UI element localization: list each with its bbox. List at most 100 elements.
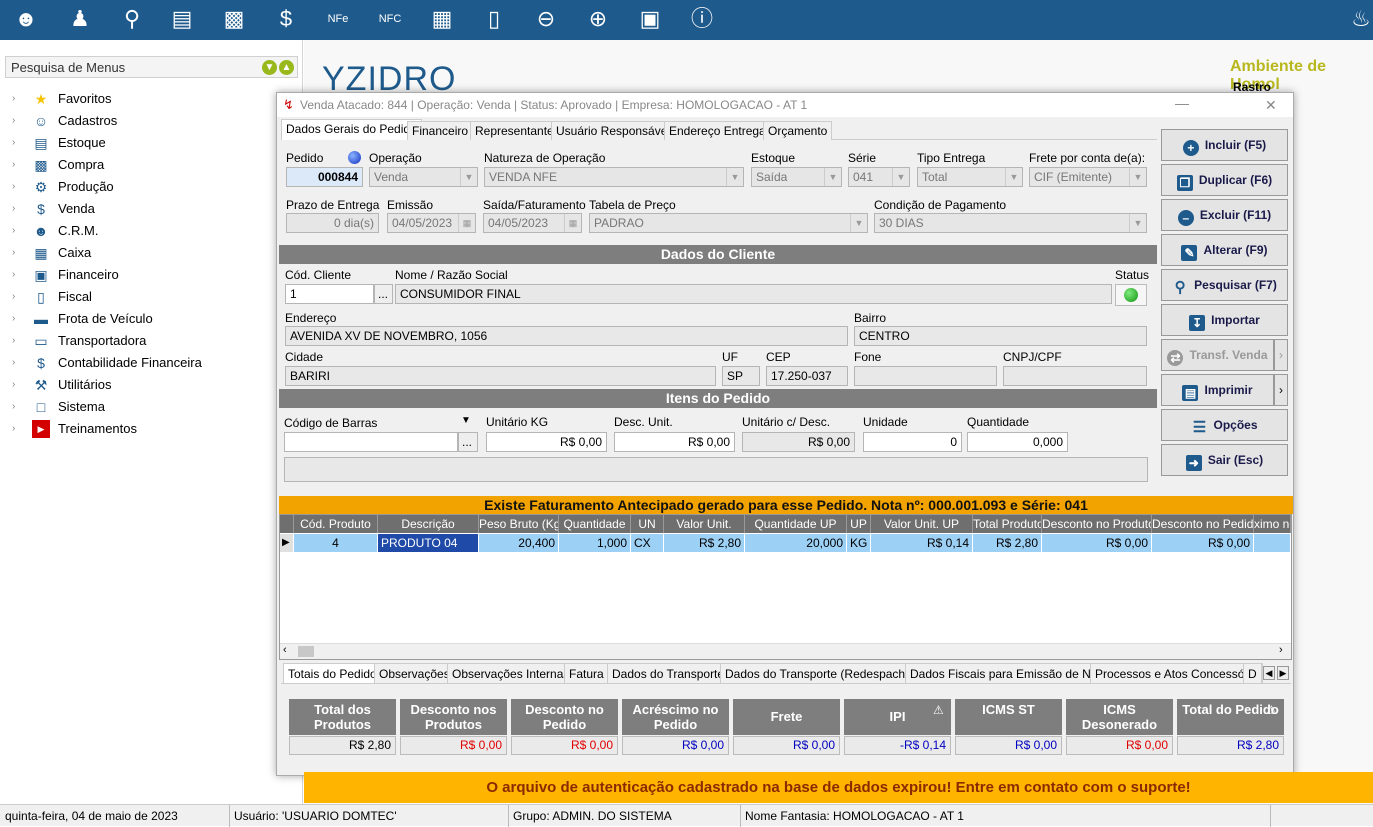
prazo-field[interactable]: 0 dia(s) xyxy=(286,213,379,233)
sidebar-item[interactable]: › ⚙ Produção xyxy=(12,176,292,198)
sidebar-item[interactable]: › ⚒ Utilitários xyxy=(12,374,292,396)
quantidade-field[interactable]: 0,000 xyxy=(967,432,1068,452)
basket-icon[interactable]: ▩ xyxy=(218,4,250,34)
minimize-button[interactable]: — xyxy=(1175,91,1189,115)
grid-header[interactable]: Valor Unit. xyxy=(664,515,745,533)
sidebar-item[interactable]: › ☺ Cadastros xyxy=(12,110,292,132)
nfe-icon[interactable]: NFe xyxy=(322,4,354,34)
tab-scroll-right-icon[interactable]: ▶ xyxy=(1277,666,1289,680)
sair-button[interactable]: ➜ Sair (Esc) xyxy=(1161,444,1288,476)
natureza-select[interactable]: VENDA NFE ▼ xyxy=(484,167,744,187)
pedido-field[interactable]: 000844 xyxy=(286,167,363,187)
serie-select[interactable]: 041 ▼ xyxy=(848,167,910,187)
tab-more[interactable]: D xyxy=(1243,663,1262,683)
opcoes-button[interactable]: ☰ Opções xyxy=(1161,409,1288,441)
chevron-right-icon[interactable]: › xyxy=(12,220,15,242)
table-cell[interactable]: R$ 0,00 xyxy=(1152,534,1254,552)
scroll-thumb[interactable] xyxy=(298,646,314,657)
sidebar-item[interactable]: › ☻ C.R.M. xyxy=(12,220,292,242)
tipo-entrega-select[interactable]: Total ▼ xyxy=(917,167,1023,187)
fone-field[interactable] xyxy=(854,366,997,386)
grid-header[interactable]: UN xyxy=(631,515,664,533)
tab-processos[interactable]: Processos e Atos Concessório xyxy=(1090,663,1263,683)
sidebar-item[interactable]: › $ Venda xyxy=(12,198,292,220)
transf-venda-more-button[interactable]: › xyxy=(1274,339,1288,371)
grid-header[interactable]: Desconto no Produto xyxy=(1042,515,1152,533)
operacao-select[interactable]: Venda ▼ xyxy=(369,167,478,187)
sidebar-item[interactable]: › ▦ Caixa xyxy=(12,242,292,264)
archive-icon[interactable]: ▤ xyxy=(166,4,198,34)
pesquisar-button[interactable]: ⚲ Pesquisar (F7) xyxy=(1161,269,1288,301)
condicao-select[interactable]: 30 DIAS ▼ xyxy=(874,213,1147,233)
search-doc-icon[interactable]: ⚲ xyxy=(116,4,148,34)
chevron-right-icon[interactable]: › xyxy=(12,132,15,154)
horizontal-scrollbar[interactable]: ‹ › xyxy=(280,643,1291,659)
sidebar-item[interactable]: › $ Contabilidade Financeira xyxy=(12,352,292,374)
arrow-down-icon[interactable]: ▼ xyxy=(262,60,277,75)
grid-header[interactable]: Total Produto xyxy=(973,515,1042,533)
chevron-right-icon[interactable]: › xyxy=(12,154,15,176)
sidebar-item[interactable]: › ▭ Transportadora xyxy=(12,330,292,352)
tab-dados-gerais[interactable]: Dados Gerais do Pedido xyxy=(281,119,422,140)
table-cell[interactable]: 20,400 xyxy=(479,534,559,552)
chevron-right-icon[interactable]: › xyxy=(12,352,15,374)
bill-icon[interactable]: ▣ xyxy=(634,4,666,34)
info-icon[interactable]: ⓘ xyxy=(686,4,718,34)
book-icon[interactable]: ▯ xyxy=(478,4,510,34)
users-icon[interactable]: ☻ xyxy=(10,4,42,34)
grid-header[interactable]: Quantidade UP xyxy=(745,515,847,533)
table-cell[interactable]: R$ 2,80 xyxy=(664,534,745,552)
tab-scroll-left-icon[interactable]: ◀ xyxy=(1263,666,1275,680)
saida-field[interactable]: 04/05/2023 ▦ xyxy=(483,213,582,233)
sidebar-item[interactable]: › □ Sistema xyxy=(12,396,292,418)
desc-unit-field[interactable]: R$ 0,00 xyxy=(614,432,735,452)
barcode-search-button[interactable]: ... xyxy=(458,432,478,452)
nome-field[interactable]: CONSUMIDOR FINAL xyxy=(395,284,1112,304)
tab-fatura[interactable]: Fatura xyxy=(564,663,609,683)
sidebar-item[interactable]: › ★ Favoritos xyxy=(12,88,292,110)
tab-orcamento[interactable]: Orçamento xyxy=(763,121,833,140)
table-cell[interactable]: 4 xyxy=(294,534,378,552)
cidade-field[interactable]: BARIRI xyxy=(285,366,716,386)
tab-representante[interactable]: Representante xyxy=(470,121,559,140)
table-cell[interactable]: R$ 0,14 xyxy=(871,534,973,552)
grid-header[interactable]: UP xyxy=(847,515,871,533)
imprimir-more-button[interactable]: › xyxy=(1274,374,1288,406)
chevron-right-icon[interactable]: › xyxy=(12,418,15,440)
cod-cliente-field[interactable]: 1 xyxy=(285,284,374,304)
grid-header[interactable]: Valor Unit. UP xyxy=(871,515,973,533)
tab-financeiro[interactable]: Financeiro xyxy=(407,121,474,140)
tab-observacoes-internas[interactable]: Observações Internas xyxy=(447,663,575,683)
tab-dados-fiscais[interactable]: Dados Fiscais para Emissão de NFe xyxy=(905,663,1110,683)
frete-select[interactable]: CIF (Emitente) ▼ xyxy=(1029,167,1147,187)
warning-icon[interactable]: ⚠ xyxy=(1266,704,1280,717)
excluir-button[interactable]: – Excluir (F11) xyxy=(1161,199,1288,231)
chevron-right-icon[interactable]: › xyxy=(12,242,15,264)
grid-header[interactable]: Quantidade xyxy=(559,515,631,533)
bairro-field[interactable]: CENTRO xyxy=(854,326,1147,346)
cliente-search-button[interactable]: ... xyxy=(374,284,393,304)
grid-header[interactable]: ximo no P xyxy=(1254,515,1291,533)
table-cell[interactable]: 20,000 xyxy=(745,534,847,552)
unitario-desc-field[interactable]: R$ 0,00 xyxy=(742,432,855,452)
bell-icon[interactable]: ♨ xyxy=(1345,4,1373,34)
chevron-right-icon[interactable]: › xyxy=(12,308,15,330)
tab-transporte[interactable]: Dados do Transporte xyxy=(607,663,730,683)
money-bag-icon[interactable]: $ xyxy=(270,4,302,34)
emissao-field[interactable]: 04/05/2023 ▦ xyxy=(387,213,476,233)
close-button[interactable]: ✕ xyxy=(1265,93,1277,117)
items-grid[interactable]: Cód. Produto Descrição Peso Bruto (Kg) Q… xyxy=(279,514,1292,660)
alterar-button[interactable]: ✎ Alterar (F9) xyxy=(1161,234,1288,266)
incluir-button[interactable]: + Incluir (F5) xyxy=(1161,129,1288,161)
chevron-right-icon[interactable]: › xyxy=(12,286,15,308)
chevron-right-icon[interactable]: › xyxy=(12,176,15,198)
chevron-right-icon[interactable]: › xyxy=(12,264,15,286)
money-plus-icon[interactable]: ⊕ xyxy=(582,4,614,34)
scroll-right-icon[interactable]: › xyxy=(1279,644,1283,656)
tab-endereco-entrega[interactable]: Endereço Entrega xyxy=(664,121,771,140)
grid-header[interactable]: Descrição xyxy=(378,515,479,533)
tab-usuario-responsavel[interactable]: Usuário Responsável xyxy=(551,121,676,140)
nfce-icon[interactable]: NFC xyxy=(374,4,406,34)
codigo-barras-field[interactable] xyxy=(284,432,458,452)
unitario-kg-field[interactable]: R$ 0,00 xyxy=(486,432,607,452)
